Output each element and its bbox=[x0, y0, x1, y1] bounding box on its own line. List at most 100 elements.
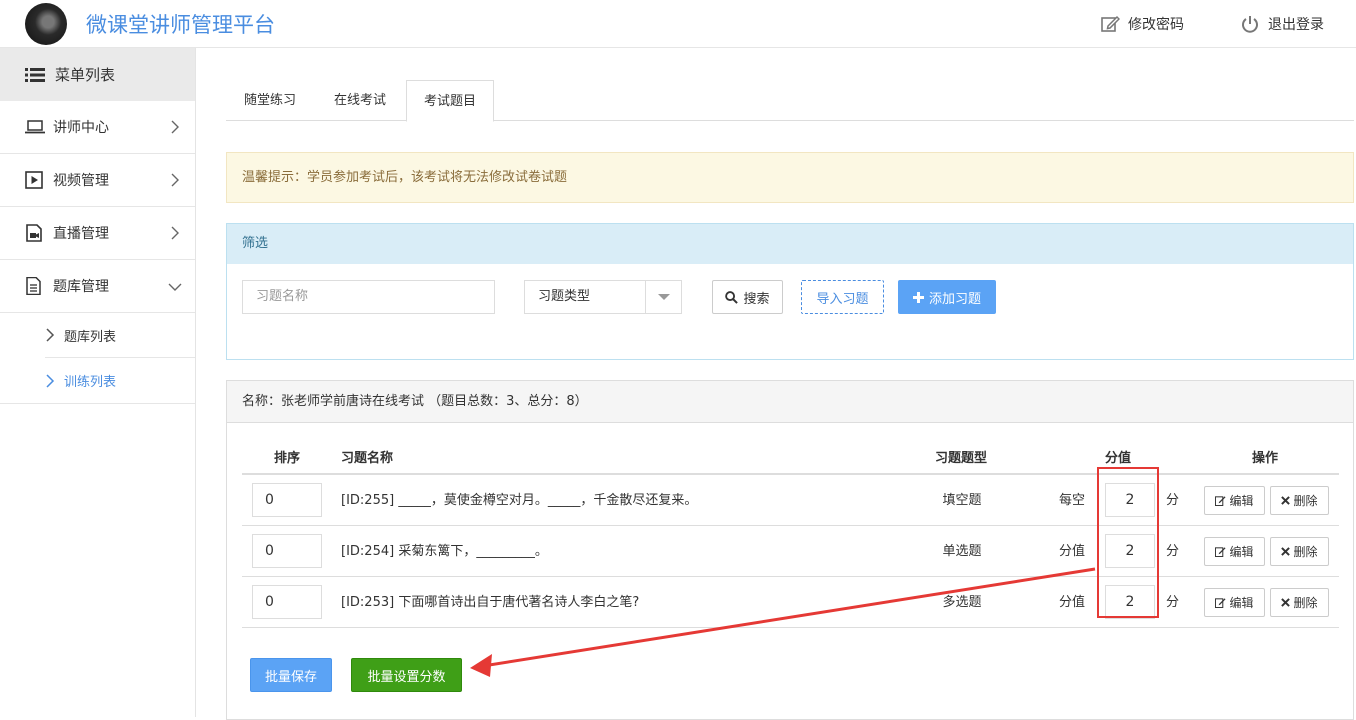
chevron-right-icon bbox=[46, 373, 55, 388]
delete-button[interactable]: 删除 bbox=[1270, 486, 1329, 515]
score-label: 分值 bbox=[1059, 595, 1086, 610]
table-row: 0 [ID:255] _____，莫使金樽空对月。_____，千金散尽还复来。 … bbox=[242, 475, 1339, 526]
question-bank-submenu: 题库列表 训练列表 bbox=[0, 313, 195, 404]
change-password-button[interactable]: 修改密码 bbox=[1100, 14, 1184, 34]
edit-button-label: 编辑 bbox=[1229, 494, 1254, 508]
batch-set-score-button[interactable]: 批量设置分数 bbox=[351, 658, 462, 692]
laptop-icon bbox=[25, 118, 45, 136]
add-button-label: 添加习题 bbox=[928, 291, 981, 307]
import-button-label: 导入习题 bbox=[816, 291, 869, 307]
edit-icon bbox=[1101, 15, 1120, 32]
edit-button[interactable]: 编辑 bbox=[1204, 588, 1265, 617]
sidebar-subitem-label: 训练列表 bbox=[64, 375, 117, 390]
edit-icon bbox=[1215, 598, 1227, 608]
plus-icon bbox=[912, 291, 924, 303]
filter-panel: 筛选 习题名称 习题类型 搜索 导入习题 添加习题 bbox=[226, 223, 1354, 360]
question-type: 单选题 bbox=[942, 544, 982, 559]
tab-online-exam[interactable]: 在线考试 bbox=[318, 80, 402, 121]
edit-button-label: 编辑 bbox=[1229, 596, 1254, 610]
column-header-sort: 排序 bbox=[274, 451, 301, 466]
sidebar-item-label: 直播管理 bbox=[53, 226, 109, 242]
caret-down-icon bbox=[645, 281, 681, 313]
sort-input[interactable]: 0 bbox=[252, 534, 322, 568]
column-header-score: 分值 bbox=[1105, 451, 1132, 466]
column-header-type: 习题题型 bbox=[935, 451, 988, 466]
score-unit: 分 bbox=[1166, 544, 1180, 559]
top-header: 微课堂讲师管理平台 修改密码 退出登录 bbox=[0, 0, 1356, 48]
score-unit: 分 bbox=[1166, 595, 1180, 610]
add-question-button[interactable]: 添加习题 bbox=[898, 280, 996, 314]
edit-button-label: 编辑 bbox=[1229, 545, 1254, 559]
warning-alert: 温馨提示：学员参加考试后，该考试将无法修改试卷试题 bbox=[226, 152, 1354, 203]
sidebar-item-video[interactable]: 视频管理 bbox=[0, 154, 195, 207]
search-button-label: 搜索 bbox=[743, 291, 770, 307]
logout-button[interactable]: 退出登录 bbox=[1240, 14, 1324, 34]
tab-class-practice[interactable]: 随堂练习 bbox=[226, 80, 314, 121]
question-name-input[interactable]: 习题名称 bbox=[242, 280, 495, 314]
sidebar-subitem-question-list[interactable]: 题库列表 bbox=[45, 313, 195, 358]
table-row: 0 [ID:253] 下面哪首诗出自于唐代著名诗人李白之笔? 多选题 分值 2 … bbox=[242, 577, 1339, 628]
delete-button[interactable]: 删除 bbox=[1270, 537, 1329, 566]
column-header-name: 习题名称 bbox=[341, 451, 394, 466]
sort-input[interactable]: 0 bbox=[252, 585, 322, 619]
score-input[interactable]: 2 bbox=[1105, 483, 1155, 517]
chevron-right-icon bbox=[171, 173, 179, 187]
list-icon bbox=[25, 67, 45, 82]
close-icon bbox=[1281, 547, 1291, 556]
sidebar: 菜单列表 讲师中心 视频管理 直播管理 题库管理 题库列表 训练列表 bbox=[0, 48, 196, 717]
logout-label: 退出登录 bbox=[1268, 17, 1324, 33]
document-icon bbox=[25, 277, 45, 295]
live-icon bbox=[25, 224, 45, 242]
sidebar-item-question-bank[interactable]: 题库管理 bbox=[0, 260, 195, 313]
score-input[interactable]: 2 bbox=[1105, 585, 1155, 619]
edit-button[interactable]: 编辑 bbox=[1204, 537, 1265, 566]
filter-panel-title: 筛选 bbox=[227, 224, 1353, 264]
score-unit: 分 bbox=[1166, 493, 1180, 508]
sidebar-item-live[interactable]: 直播管理 bbox=[0, 207, 195, 260]
delete-button-label: 删除 bbox=[1293, 545, 1318, 559]
chevron-right-icon bbox=[171, 226, 179, 240]
chevron-down-icon bbox=[168, 283, 182, 291]
close-icon bbox=[1281, 496, 1291, 505]
sidebar-item-teacher-center[interactable]: 讲师中心 bbox=[0, 101, 195, 154]
delete-button-label: 删除 bbox=[1293, 494, 1318, 508]
edit-button[interactable]: 编辑 bbox=[1204, 486, 1265, 515]
import-questions-button[interactable]: 导入习题 bbox=[801, 280, 884, 314]
avatar bbox=[25, 3, 67, 45]
question-type: 填空题 bbox=[942, 493, 982, 508]
question-type: 多选题 bbox=[942, 595, 982, 610]
question-name: [ID:253] 下面哪首诗出自于唐代著名诗人李白之笔? bbox=[341, 595, 640, 610]
search-icon bbox=[725, 290, 739, 304]
edit-icon bbox=[1215, 496, 1227, 506]
batch-save-button[interactable]: 批量保存 bbox=[250, 658, 332, 692]
question-name: [ID:254] 采菊东篱下，_________。 bbox=[341, 544, 548, 559]
tab-bar: 随堂练习 在线考试 考试题目 bbox=[226, 80, 1354, 122]
search-button[interactable]: 搜索 bbox=[712, 280, 783, 314]
edit-icon bbox=[1215, 547, 1227, 557]
question-type-select-value: 习题类型 bbox=[538, 289, 591, 304]
sidebar-item-label: 视频管理 bbox=[53, 173, 109, 189]
chevron-right-icon bbox=[171, 120, 179, 134]
delete-button[interactable]: 删除 bbox=[1270, 588, 1329, 617]
question-type-select[interactable]: 习题类型 bbox=[524, 280, 682, 314]
sidebar-item-label: 讲师中心 bbox=[53, 120, 109, 136]
question-list-panel: 名称：张老师学前唐诗在线考试 （题目总数：3、总分：8） 排序 习题名称 习题题… bbox=[226, 380, 1354, 720]
sidebar-item-label: 题库管理 bbox=[53, 279, 109, 295]
menu-header: 菜单列表 bbox=[0, 48, 195, 101]
change-password-label: 修改密码 bbox=[1128, 17, 1184, 33]
column-header-action: 操作 bbox=[1252, 451, 1279, 466]
sort-input[interactable]: 0 bbox=[252, 483, 322, 517]
score-input[interactable]: 2 bbox=[1105, 534, 1155, 568]
menu-title: 菜单列表 bbox=[55, 66, 116, 84]
score-label: 每空 bbox=[1059, 493, 1086, 508]
sidebar-subitem-label: 题库列表 bbox=[64, 329, 117, 345]
score-label: 分值 bbox=[1059, 544, 1086, 559]
sidebar-subitem-training-list[interactable]: 训练列表 bbox=[45, 358, 195, 403]
tab-exam-questions[interactable]: 考试题目 bbox=[406, 80, 494, 122]
table-row: 0 [ID:254] 采菊东篱下，_________。 单选题 分值 2 分 编… bbox=[242, 526, 1339, 577]
video-icon bbox=[25, 171, 45, 189]
power-icon bbox=[1242, 16, 1258, 33]
exam-summary: 名称：张老师学前唐诗在线考试 （题目总数：3、总分：8） bbox=[227, 381, 1353, 423]
close-icon bbox=[1281, 598, 1291, 607]
site-title: 微课堂讲师管理平台 bbox=[86, 13, 275, 37]
